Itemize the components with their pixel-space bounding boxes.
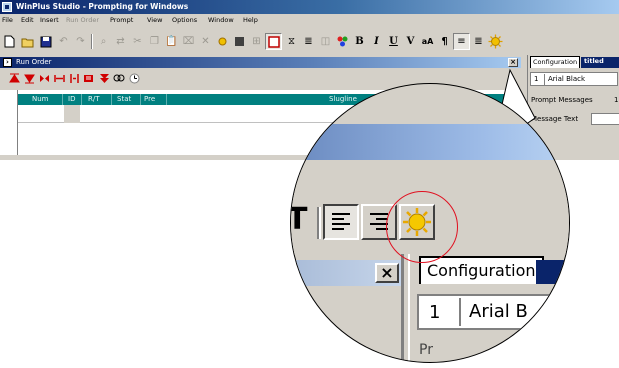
magnified-font-name: Arial B — [459, 298, 569, 326]
magnified-titled-tab — [536, 260, 569, 284]
column-divider[interactable] — [62, 94, 63, 105]
titled-tab[interactable]: titled — [581, 57, 619, 68]
magnified-row-number: 1 — [429, 302, 441, 323]
underline-icon[interactable]: U — [385, 33, 402, 50]
magnified-font-row: 1 Arial B — [417, 294, 569, 330]
main-toolbar: ↶ ↷ ⌕ ⇄ ✂ ❐ 📋 ⌧ ✕ ⊞ ⧖ ≣ ◫ B I U V aA ¶ ≡… — [0, 31, 540, 53]
menu-insert[interactable]: Insert — [40, 16, 59, 24]
align-right-icon[interactable]: ≣ — [470, 33, 487, 50]
copy-icon[interactable]: ❐ — [146, 33, 163, 50]
cue-icon[interactable]: ⧖ — [283, 33, 300, 50]
window-title: WinPlus Studio - Prompting for Windows — [16, 2, 189, 11]
magnified-configuration-tab: Configuration — [419, 256, 544, 284]
join-icon[interactable] — [38, 72, 50, 84]
font-row-number: 1 — [534, 75, 539, 83]
magnified-close-button: × — [375, 263, 399, 283]
save-icon[interactable] — [37, 33, 54, 50]
magnified-divider — [401, 254, 404, 362]
col-pre[interactable]: Pre — [144, 95, 155, 103]
menu-help[interactable]: Help — [243, 16, 258, 24]
col-rt[interactable]: R/T — [88, 95, 100, 103]
caption-icon[interactable] — [265, 33, 282, 50]
v-icon[interactable]: V — [402, 33, 419, 50]
no-icon[interactable]: ✕ — [197, 33, 214, 50]
column-divider[interactable] — [166, 94, 167, 105]
stage: WinPlus Studio - Prompting for Windows F… — [0, 0, 619, 368]
prompt-messages-value: 1 — [614, 96, 619, 104]
move-down-icon[interactable] — [98, 72, 110, 84]
color-icon[interactable] — [334, 33, 351, 50]
cut-icon[interactable]: ✂ — [129, 33, 146, 50]
paste-icon[interactable]: 📋 — [163, 33, 180, 50]
italic-icon[interactable]: I — [368, 33, 385, 50]
open-icon[interactable] — [19, 33, 36, 50]
menu-window[interactable]: Window — [208, 16, 234, 24]
link-icon[interactable] — [113, 72, 125, 84]
magnified-separator — [317, 207, 321, 239]
sun-icon[interactable] — [214, 33, 231, 50]
magnified-align-left-icon — [323, 204, 359, 240]
find-icon[interactable]: ⌕ — [95, 33, 112, 50]
block-icon[interactable] — [231, 33, 248, 50]
menu-run-order[interactable]: Run Order — [66, 16, 99, 24]
bold-icon[interactable]: B — [351, 33, 368, 50]
break-icon[interactable] — [68, 72, 80, 84]
run-order-close-button[interactable]: × — [508, 58, 518, 67]
column-divider[interactable] — [111, 94, 112, 105]
insert-icon[interactable]: ⊞ — [248, 33, 265, 50]
menu-options[interactable]: Options — [172, 16, 197, 24]
undo-icon[interactable]: ↶ — [55, 33, 72, 50]
title-bar[interactable]: WinPlus Studio - Prompting for Windows — [0, 0, 619, 14]
menu-prompt[interactable]: Prompt — [110, 16, 133, 24]
magnified-title-bar — [291, 124, 569, 160]
insert-story-icon[interactable] — [83, 72, 95, 84]
col-num[interactable]: Num — [32, 95, 49, 103]
redo-icon[interactable]: ↷ — [72, 33, 89, 50]
case-icon[interactable]: aA — [419, 33, 436, 50]
magnified-divider-highlight — [408, 254, 410, 362]
toolbar-separator — [91, 34, 93, 49]
page-icon[interactable]: ◫ — [317, 33, 334, 50]
magnified-prompt-text: Pr — [419, 342, 433, 358]
configuration-icon[interactable] — [487, 33, 504, 50]
move-bottom-icon[interactable] — [23, 72, 35, 84]
menu-file[interactable]: File — [2, 16, 13, 24]
id-cell[interactable] — [64, 105, 80, 123]
timer-icon[interactable] — [128, 72, 140, 84]
menu-view[interactable]: View — [147, 16, 162, 24]
magnified-t-icon: T — [291, 204, 313, 240]
app-icon[interactable] — [2, 2, 12, 12]
collapse-arrow-icon[interactable]: › — [3, 58, 12, 67]
column-divider[interactable] — [140, 94, 141, 105]
justify-icon[interactable]: ≣ — [300, 33, 317, 50]
replace-icon[interactable]: ⇄ — [112, 33, 129, 50]
highlight-ring — [386, 191, 458, 263]
move-top-icon[interactable] — [8, 72, 20, 84]
new-icon[interactable] — [1, 33, 18, 50]
align-left-icon[interactable]: ≡ — [453, 33, 470, 50]
column-divider[interactable] — [81, 94, 82, 105]
pilcrow-icon[interactable]: ¶ — [436, 33, 453, 50]
delete-icon[interactable]: ⌧ — [180, 33, 197, 50]
message-text-input[interactable] — [591, 113, 619, 125]
col-stat[interactable]: Stat — [117, 95, 131, 103]
configuration-tab[interactable]: Configuration — [530, 56, 581, 68]
menu-edit[interactable]: Edit — [21, 16, 34, 24]
split-icon[interactable] — [53, 72, 65, 84]
run-order-header: › Run Order × — [0, 57, 521, 68]
menu-bar: File Edit Insert Run Order Prompt View O… — [0, 14, 619, 27]
col-id[interactable]: ID — [68, 95, 75, 103]
run-order-title: Run Order — [16, 58, 52, 66]
